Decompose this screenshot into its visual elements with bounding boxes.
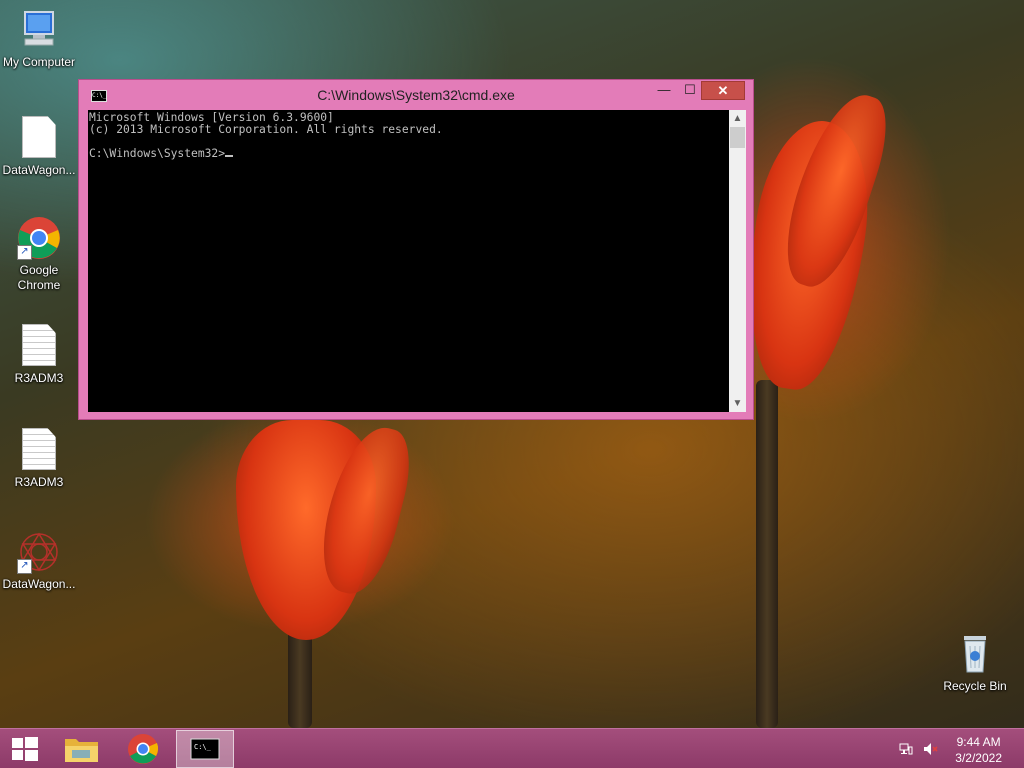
document-icon <box>17 116 61 160</box>
folder-icon <box>65 739 98 762</box>
taskbar-command-prompt[interactable]: C:\_ <box>176 730 234 768</box>
console-prompt: C:\Windows\System32> <box>89 147 226 160</box>
taskbar-file-explorer[interactable] <box>54 730 110 768</box>
scroll-down-arrow-icon[interactable]: ▼ <box>729 395 746 412</box>
text-cursor <box>225 155 234 157</box>
shortcut-arrow-icon: ↗ <box>17 245 32 260</box>
svg-text:C:\_: C:\_ <box>194 743 212 751</box>
desktop-icon-label: DataWagon... <box>2 163 76 177</box>
chrome-icon: ↗ <box>17 216 61 260</box>
desktop-icon-label: Recycle Bin <box>943 679 1007 693</box>
cmd-window[interactable]: C:\_ C:\Windows\System32\cmd.exe — ☐ ✕ M… <box>78 79 754 420</box>
shortcut-arrow-icon: ↗ <box>17 559 32 574</box>
desktop-icon-label: DataWagon... <box>2 577 76 591</box>
text-document-icon <box>17 324 61 368</box>
clock-date: 3/2/2022 <box>955 751 1002 765</box>
desktop-icon-label: R3ADM3 <box>14 371 64 385</box>
close-button[interactable]: ✕ <box>701 81 745 100</box>
scroll-up-arrow-icon[interactable]: ▲ <box>729 110 746 127</box>
desktop-icon-datawagon-file[interactable]: DataWagon... <box>0 116 78 178</box>
taskbar: C:\_ 9:44 AM 3/2/2022 <box>0 728 1024 768</box>
title-bar[interactable]: C:\_ C:\Windows\System32\cmd.exe — ☐ ✕ <box>79 80 753 110</box>
minimize-button[interactable]: — <box>651 81 677 100</box>
cmd-icon: C:\_ <box>190 738 220 760</box>
clock-time: 9:44 AM <box>956 735 1001 749</box>
scrollbar-thumb[interactable] <box>730 127 745 148</box>
windows-logo-icon <box>12 737 38 761</box>
start-button[interactable] <box>0 730 56 768</box>
vertical-scrollbar[interactable]: ▲ ▼ <box>729 110 746 412</box>
chrome-icon <box>128 734 159 764</box>
console-output[interactable]: Microsoft Windows [Version 6.3.9600] (c)… <box>88 110 729 412</box>
desktop-icon-label: My Computer <box>2 55 76 69</box>
taskbar-google-chrome[interactable] <box>115 730 171 768</box>
system-clock[interactable]: 9:44 AM 3/2/2022 <box>955 734 1002 766</box>
desktop-icon-r3adm3-2[interactable]: R3ADM3 <box>0 428 78 490</box>
desktop-icon-label: Google Chrome <box>17 263 61 292</box>
desktop-icon-google-chrome[interactable]: ↗ Google Chrome <box>0 216 78 293</box>
desktop-icon-r3adm3-1[interactable]: R3ADM3 <box>0 324 78 386</box>
datawagon-logo-icon: ↗ <box>17 530 61 574</box>
desktop-icon-datawagon-shortcut[interactable]: ↗ DataWagon... <box>0 530 78 592</box>
maximize-button[interactable]: ☐ <box>677 81 703 100</box>
computer-icon <box>17 8 61 52</box>
volume-muted-icon[interactable] <box>922 741 938 757</box>
console-line: (c) 2013 Microsoft Corporation. All righ… <box>89 123 443 136</box>
text-document-icon <box>17 428 61 472</box>
network-icon[interactable] <box>898 741 914 757</box>
recycle-bin-icon <box>953 632 997 676</box>
desktop-icon-label: R3ADM3 <box>14 475 64 489</box>
desktop-icon-recycle-bin[interactable]: Recycle Bin <box>936 632 1014 694</box>
desktop-icon-my-computer[interactable]: My Computer <box>0 8 78 70</box>
